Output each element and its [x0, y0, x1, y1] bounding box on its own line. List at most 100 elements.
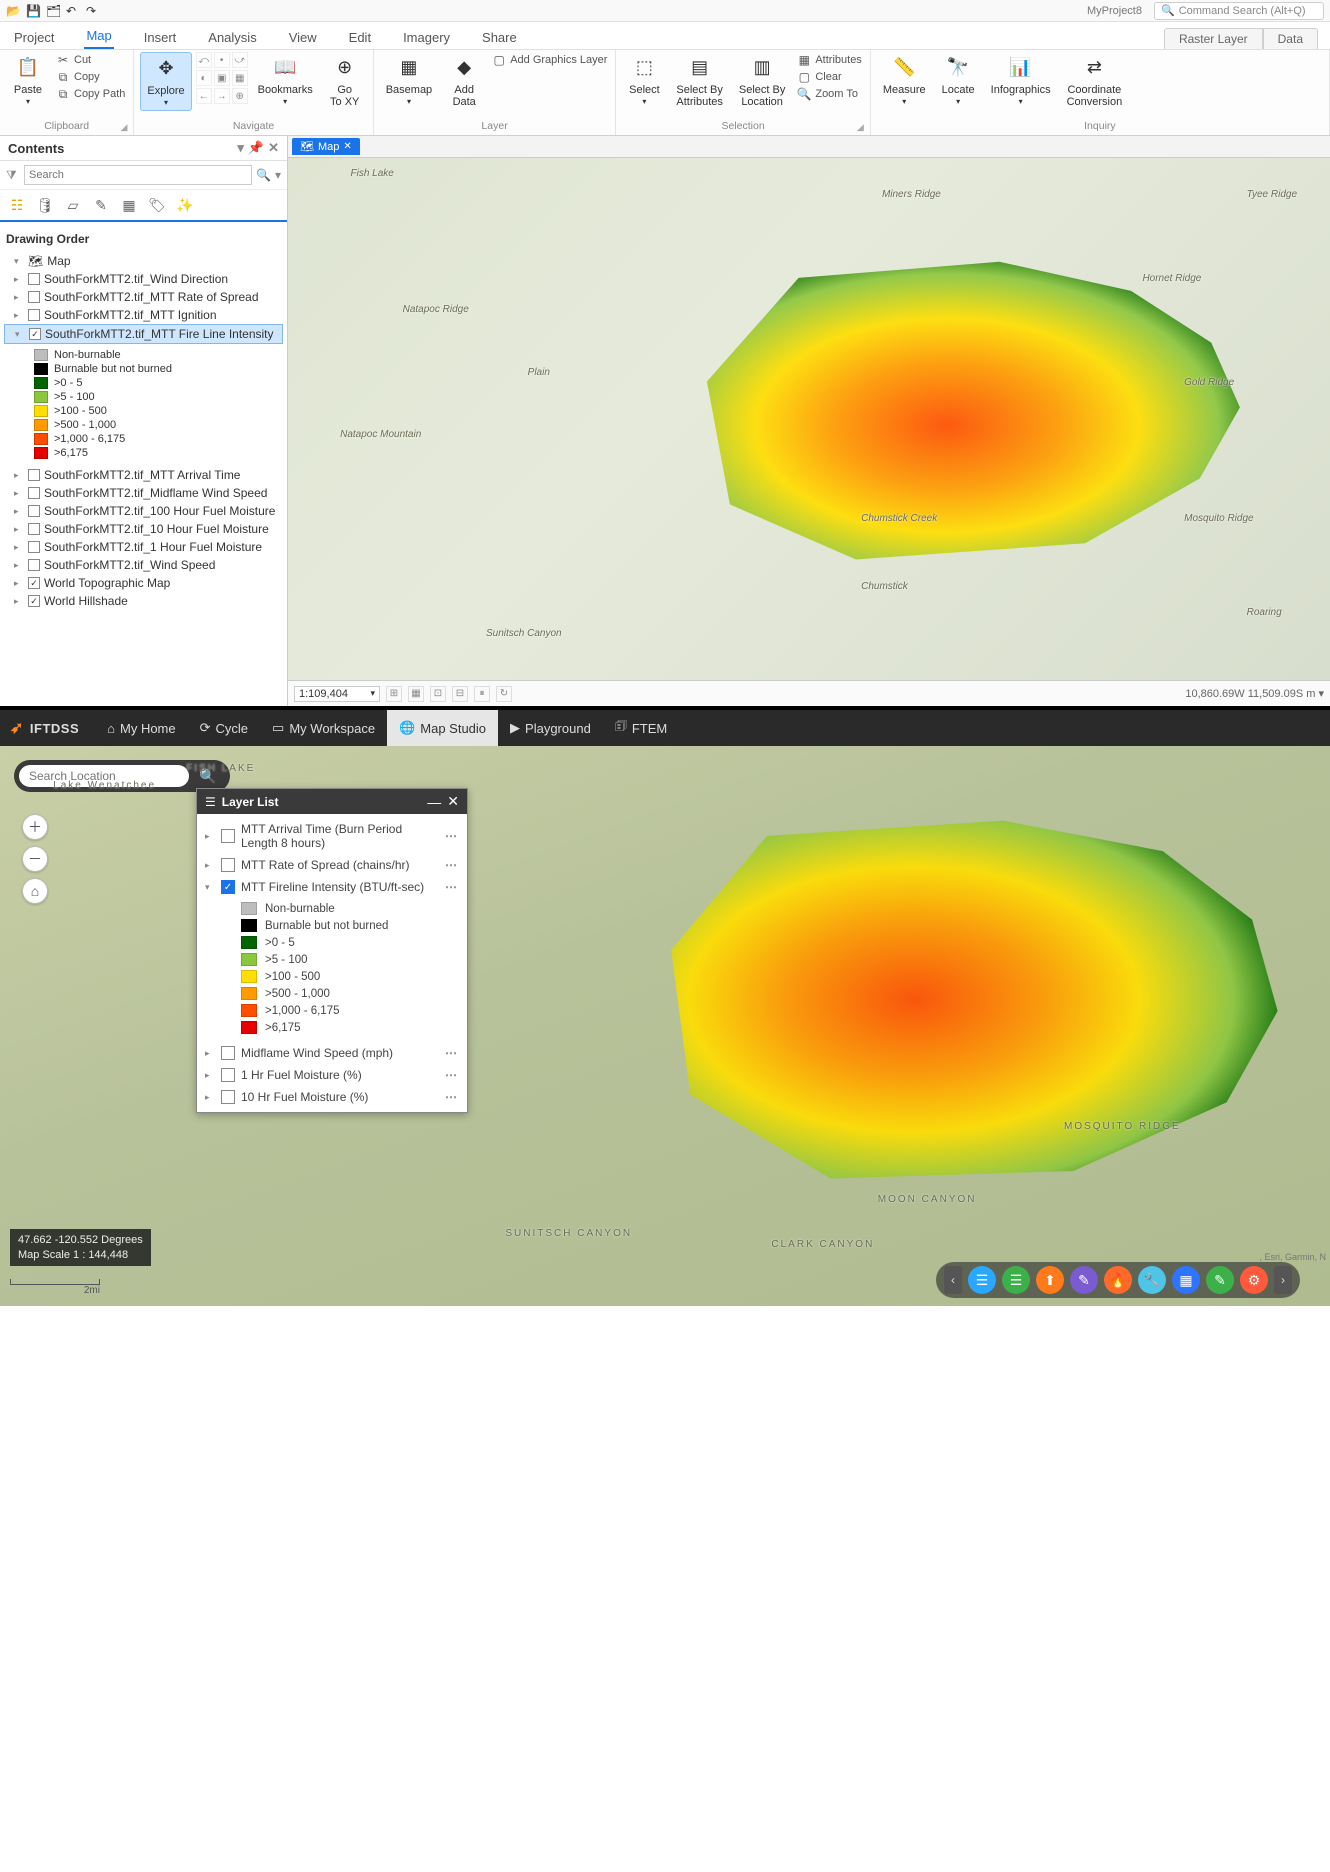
layer-node[interactable]: ▸SouthForkMTT2.tif_MTT Ignition [4, 306, 283, 324]
layer-list-row[interactable]: ▾MTT Fireline Intensity (BTU/ft-sec)⋯ [197, 876, 467, 898]
home-extent-button[interactable]: ⌂ [22, 878, 48, 904]
close-icon[interactable]: ✕ [343, 141, 351, 152]
map-tool-button[interactable]: ✎ [1070, 1266, 1098, 1294]
open-project-icon[interactable]: 📂 [6, 4, 20, 18]
attributes-button[interactable]: ▦Attributes [795, 52, 863, 68]
expand-icon[interactable]: ▸ [14, 524, 24, 535]
paste-button[interactable]: 📋 Paste▾ [6, 52, 50, 109]
list-by-perspective-icon[interactable]: ✨ [176, 196, 194, 214]
map-tool-button[interactable]: ✎ [1206, 1266, 1234, 1294]
layer-node[interactable]: ▸SouthForkMTT2.tif_10 Hour Fuel Moisture [4, 520, 283, 538]
map-tool-button[interactable]: ▦ [1172, 1266, 1200, 1294]
context-tab-data[interactable]: Data [1263, 28, 1318, 49]
search-icon[interactable]: 🔍 [256, 168, 271, 182]
expand-icon[interactable]: ▸ [14, 596, 24, 607]
dialog-launcher-icon[interactable]: ◢ [120, 122, 127, 133]
more-options-icon[interactable]: ⋯ [445, 880, 459, 894]
scale-selector[interactable]: 1:109,404▾ [294, 686, 380, 702]
brand[interactable]: ➶IFTDSS [10, 718, 89, 738]
list-by-source-icon[interactable]: 🛢 [36, 196, 54, 214]
locate-button[interactable]: 🔭Locate▾ [936, 52, 981, 109]
layer-checkbox[interactable] [28, 487, 40, 499]
zoom-to-button[interactable]: 🔍Zoom To [795, 86, 863, 102]
coord-conversion-button[interactable]: ⇄Coordinate Conversion [1061, 52, 1129, 110]
more-options-icon[interactable]: ⋯ [445, 1046, 459, 1060]
layer-checkbox[interactable] [221, 858, 235, 872]
status-pause-icon[interactable]: ⏸ [474, 686, 490, 702]
expand-icon[interactable]: ▸ [14, 292, 24, 303]
collapse-icon[interactable]: ▾ [15, 329, 25, 340]
layer-checkbox[interactable] [28, 559, 40, 571]
list-by-selection-icon[interactable]: ▱ [64, 196, 82, 214]
list-by-drawing-order-icon[interactable]: ☷ [8, 196, 26, 214]
layer-checkbox[interactable] [28, 291, 40, 303]
explore-button[interactable]: ✥ Explore▾ [140, 52, 191, 111]
autohide-icon[interactable]: ▾ [237, 140, 244, 156]
status-refresh-icon[interactable]: ↻ [496, 686, 512, 702]
pin-icon[interactable]: 📌 [248, 140, 264, 156]
clear-button[interactable]: ▢Clear [795, 69, 863, 85]
expand-icon[interactable]: ▸ [14, 560, 24, 571]
chevron-down-icon[interactable]: ▾ [1318, 688, 1324, 700]
more-options-icon[interactable]: ⋯ [445, 858, 459, 872]
close-icon[interactable]: ✕ [268, 140, 279, 156]
tab-share[interactable]: Share [480, 26, 519, 49]
nav-history-grid[interactable]: ⤺•⤻◐▣▦←→⊕ [196, 52, 248, 104]
layer-checkbox[interactable] [28, 595, 40, 607]
layer-list-row[interactable]: ▸10 Hr Fuel Moisture (%)⋯ [197, 1086, 467, 1108]
layer-checkbox[interactable] [28, 505, 40, 517]
nav-playground[interactable]: ▶Playground [498, 710, 603, 746]
expand-icon[interactable]: ▸ [14, 506, 24, 517]
more-options-icon[interactable]: ⋯ [445, 1090, 459, 1104]
collapse-icon[interactable]: ▾ [205, 882, 215, 893]
layer-checkbox[interactable] [28, 469, 40, 481]
expand-icon[interactable]: ▸ [14, 542, 24, 553]
expand-icon[interactable]: ▸ [14, 310, 24, 321]
expand-icon[interactable]: ▸ [14, 578, 24, 589]
tab-project[interactable]: Project [12, 26, 56, 49]
select-button[interactable]: ⬚Select▾ [622, 52, 666, 109]
select-by-attributes-button[interactable]: ▤Select By Attributes [670, 52, 728, 110]
layer-checkbox[interactable] [221, 1068, 235, 1082]
select-by-location-button[interactable]: ▥Select By Location [733, 52, 791, 110]
more-options-icon[interactable]: ⋯ [445, 829, 459, 843]
layer-checkbox[interactable] [28, 541, 40, 553]
nav-my-workspace[interactable]: ▭My Workspace [260, 710, 387, 746]
nav-cycle[interactable]: ⟳Cycle [188, 710, 260, 746]
map-tool-button[interactable]: ⚙ [1240, 1266, 1268, 1294]
map-tool-button[interactable]: ☰ [968, 1266, 996, 1294]
scroll-right-icon[interactable]: › [1274, 1266, 1292, 1294]
expand-icon[interactable]: ▸ [14, 274, 24, 285]
status-tool-icon[interactable]: ⊡ [430, 686, 446, 702]
layer-checkbox[interactable] [28, 523, 40, 535]
layer-node[interactable]: ▸SouthForkMTT2.tif_MTT Arrival Time [4, 466, 283, 484]
layer-checkbox[interactable] [221, 829, 235, 843]
measure-button[interactable]: 📏Measure▾ [877, 52, 932, 109]
nav-my-home[interactable]: ⌂My Home [95, 710, 187, 746]
tab-insert[interactable]: Insert [142, 26, 179, 49]
add-graphics-layer-button[interactable]: ▢Add Graphics Layer [490, 52, 609, 68]
map-canvas[interactable]: Fish LakeMiners RidgeTyee RidgeHornet Ri… [288, 158, 1330, 680]
cut-button[interactable]: ✂Cut [54, 52, 127, 68]
expand-icon[interactable]: ▸ [14, 488, 24, 499]
add-data-button[interactable]: ◆Add Data [442, 52, 486, 110]
layer-node[interactable]: ▸World Hillshade [4, 592, 283, 610]
layer-node[interactable]: ▸World Topographic Map [4, 574, 283, 592]
tab-view[interactable]: View [287, 26, 319, 49]
expand-icon[interactable]: ▸ [205, 1070, 215, 1081]
copy-button[interactable]: ⧉Copy [54, 69, 127, 85]
contents-search-input[interactable] [24, 165, 252, 185]
tab-edit[interactable]: Edit [347, 26, 373, 49]
map-tool-button[interactable]: ☰ [1002, 1266, 1030, 1294]
layer-list-row[interactable]: ▸Midflame Wind Speed (mph)⋯ [197, 1042, 467, 1064]
zoom-in-button[interactable]: ＋ [22, 814, 48, 840]
map-tool-button[interactable]: 🔧 [1138, 1266, 1166, 1294]
layer-checkbox[interactable] [221, 880, 235, 894]
layer-node[interactable]: ▸SouthForkMTT2.tif_Wind Direction [4, 270, 283, 288]
layer-checkbox[interactable] [221, 1090, 235, 1104]
layer-checkbox[interactable] [28, 273, 40, 285]
chevron-down-icon[interactable]: ▾ [275, 168, 281, 182]
command-search[interactable]: 🔍 Command Search (Alt+Q) [1154, 2, 1324, 20]
layer-list-header[interactable]: ☰ Layer List — ✕ [197, 789, 467, 814]
save-icon[interactable]: 💾 [26, 4, 40, 18]
